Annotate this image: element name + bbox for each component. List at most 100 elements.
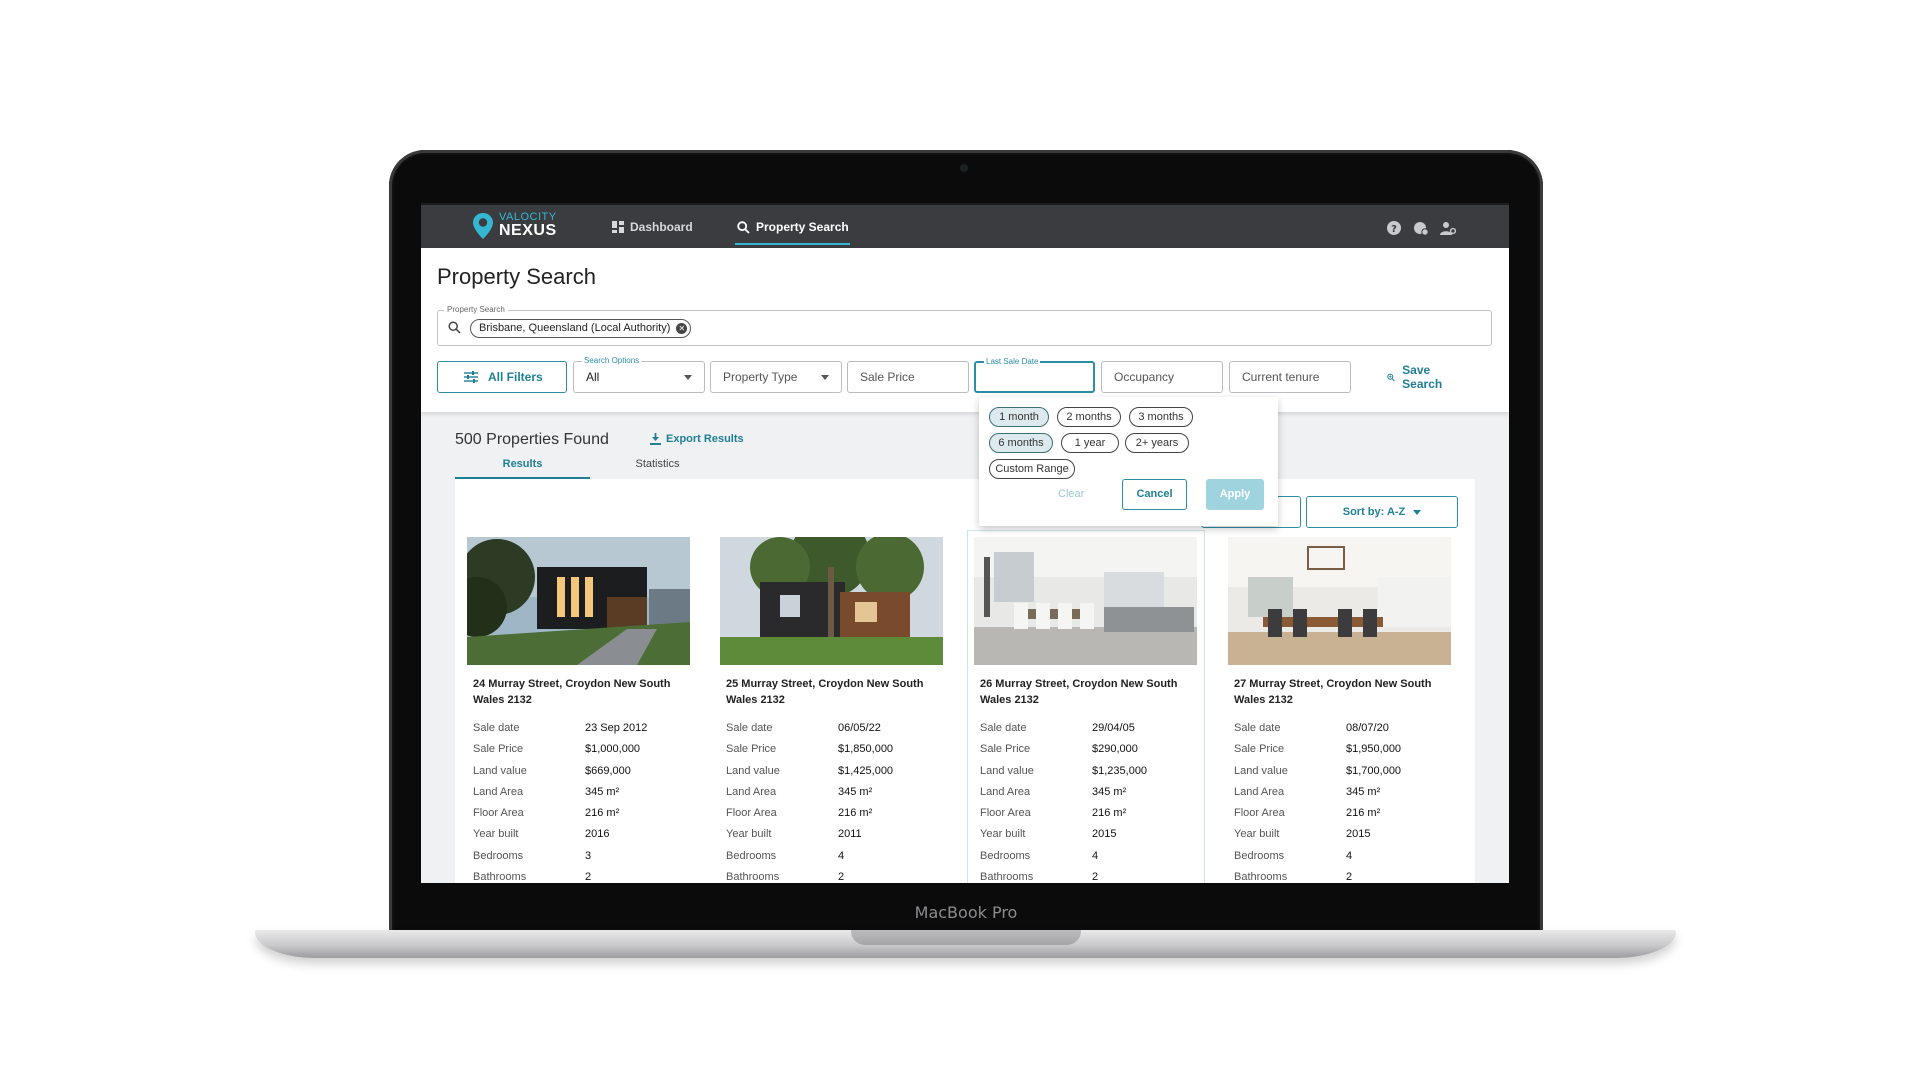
page-title: Property Search — [437, 264, 596, 289]
detail-value: 2 — [1346, 871, 1353, 883]
date-option-custom-range[interactable]: Custom Range — [989, 459, 1075, 479]
date-option-6-months[interactable]: 6 months — [989, 433, 1053, 453]
device-label: MacBook Pro — [914, 903, 1018, 922]
interior-dining-room-image — [1228, 537, 1451, 665]
detail-row: Sale Price $290,000 — [980, 739, 1196, 760]
property-card[interactable]: 24 Murray Street, Croydon New South Wale… — [461, 531, 697, 883]
detail-label: Bedrooms — [473, 849, 524, 862]
property-photo — [720, 537, 943, 665]
property-search-field[interactable]: Property Search Brisbane, Queensland (Lo… — [437, 305, 1492, 346]
detail-label: Land value — [726, 764, 780, 777]
detail-row: Sale Price $1,950,000 — [1234, 739, 1450, 760]
date-option-1-month[interactable]: 1 month — [989, 407, 1049, 427]
last-sale-date-field[interactable]: Last Sale Date — [974, 357, 1095, 393]
sale-price-label: Sale Price — [860, 370, 915, 384]
search-icon — [448, 321, 461, 334]
date-option-1-year[interactable]: 1 year — [1061, 433, 1119, 453]
remove-chip-icon[interactable]: ✕ — [676, 323, 688, 334]
app-screen: VALOCITY NEXUS Dashboard Property Search — [421, 203, 1509, 883]
detail-value: 345 m² — [585, 785, 620, 798]
tab-statistics[interactable]: Statistics — [590, 452, 725, 479]
nav-property-search[interactable]: Property Search — [737, 217, 849, 237]
detail-value: $1,850,000 — [838, 743, 894, 756]
property-details: Sale date 23 Sep 2012 Sale Price $1,000,00… — [473, 718, 689, 883]
cancel-button[interactable]: Cancel — [1122, 479, 1187, 510]
property-details: Sale date 29/04/05 Sale Price $290,000 Lan… — [980, 718, 1196, 883]
date-option-3-months[interactable]: 3 months — [1129, 407, 1193, 427]
property-address: 26 Murray Street, Croydon New South Wale… — [980, 678, 1178, 706]
logo-text-bottom: NEXUS — [499, 222, 557, 239]
export-results-label: Export Results — [666, 433, 744, 445]
save-search-button[interactable]: Save Search — [1387, 361, 1447, 393]
active-nav-indicator — [735, 243, 850, 245]
search-options-select[interactable]: Search Options All — [573, 356, 705, 393]
export-results-button[interactable]: Export Results — [650, 433, 744, 445]
location-chip[interactable]: Brisbane, Queensland (Local Authority) ✕ — [470, 319, 692, 338]
detail-value: 216 m² — [1092, 807, 1127, 820]
chevron-down-icon — [1413, 509, 1422, 515]
occupancy-field[interactable]: Occupancy — [1101, 361, 1223, 393]
sale-price-field[interactable]: Sale Price — [847, 361, 969, 393]
search-options-legend: Search Options — [582, 356, 642, 366]
property-details: Sale date 06/05/22 Sale Price $1,850,000 L… — [726, 718, 942, 883]
sort-button[interactable]: Sort by: A-Z — [1306, 496, 1458, 528]
detail-value: 29/04/05 — [1092, 722, 1135, 734]
clear-button[interactable]: Clear — [1058, 488, 1084, 500]
property-photo — [1228, 537, 1451, 665]
help-icon[interactable]: ? — [1386, 220, 1402, 236]
detail-value: 2 — [585, 871, 592, 883]
property-card[interactable]: 26 Murray Street, Croydon New South Wale… — [968, 531, 1204, 883]
nav-dashboard[interactable]: Dashboard — [612, 217, 693, 237]
app-logo[interactable]: VALOCITY NEXUS — [473, 212, 557, 239]
account-settings-icon[interactable] — [1440, 220, 1456, 236]
property-card[interactable]: 25 Murray Street, Croydon New South Wale… — [714, 531, 950, 883]
detail-row: Bedrooms 3 — [473, 846, 689, 867]
property-photo — [974, 537, 1197, 665]
detail-label: Bedrooms — [980, 849, 1031, 862]
detail-label: Year built — [1234, 828, 1280, 841]
detail-label: Land value — [980, 764, 1034, 777]
detail-label: Bathrooms — [726, 871, 780, 883]
detail-label: Bathrooms — [1234, 871, 1288, 883]
detail-row: Year built 2011 — [726, 824, 942, 845]
detail-label: Bedrooms — [726, 849, 777, 862]
detail-row: Land Area 345 m² — [980, 782, 1196, 803]
property-photo — [467, 537, 690, 665]
detail-row: Bedrooms 4 — [980, 846, 1196, 867]
search-icon — [737, 220, 750, 234]
detail-row: Floor Area 216 m² — [1234, 803, 1450, 824]
notifications-icon[interactable] — [1413, 220, 1429, 236]
detail-row: Bathrooms 2 — [726, 867, 942, 883]
detail-label: Land Area — [473, 785, 524, 798]
apply-button[interactable]: Apply — [1206, 479, 1264, 510]
detail-row: Bathrooms 2 — [473, 867, 689, 883]
detail-row: Sale Price $1,850,000 — [726, 739, 942, 760]
detail-row: Floor Area 216 m² — [980, 803, 1196, 824]
detail-label: Bathrooms — [473, 871, 527, 883]
detail-label: Sale date — [726, 722, 773, 734]
detail-value: 345 m² — [1092, 785, 1127, 798]
results-count: 500 Properties Found — [455, 431, 609, 448]
detail-label: Land Area — [726, 785, 777, 798]
detail-value: $1,950,000 — [1346, 743, 1402, 756]
detail-label: Year built — [726, 828, 772, 841]
detail-value: $290,000 — [1092, 743, 1138, 756]
property-type-select[interactable]: Property Type — [710, 361, 842, 393]
all-filters-button[interactable]: All Filters — [437, 361, 567, 393]
detail-value: 345 m² — [838, 785, 873, 798]
detail-row: Floor Area 216 m² — [473, 803, 689, 824]
detail-value: 216 m² — [838, 807, 873, 820]
detail-label: Sale Price — [726, 743, 777, 756]
date-option-2-months[interactable]: 2 months — [1057, 407, 1121, 427]
property-card[interactable]: 27 Murray Street, Croydon New South Wale… — [1222, 531, 1458, 883]
current-tenure-field[interactable]: Current tenure — [1229, 361, 1351, 393]
property-address: 27 Murray Street, Croydon New South Wale… — [1234, 678, 1432, 706]
detail-row: Land value $1,425,000 — [726, 761, 942, 782]
property-address: 25 Murray Street, Croydon New South Wale… — [726, 678, 924, 706]
tab-results[interactable]: Results — [455, 452, 590, 479]
camera — [960, 164, 968, 172]
occupancy-label: Occupancy — [1114, 370, 1175, 384]
detail-value: 2011 — [838, 828, 862, 841]
download-icon — [650, 433, 661, 445]
date-option-2-plus-years[interactable]: 2+ years — [1125, 433, 1189, 453]
